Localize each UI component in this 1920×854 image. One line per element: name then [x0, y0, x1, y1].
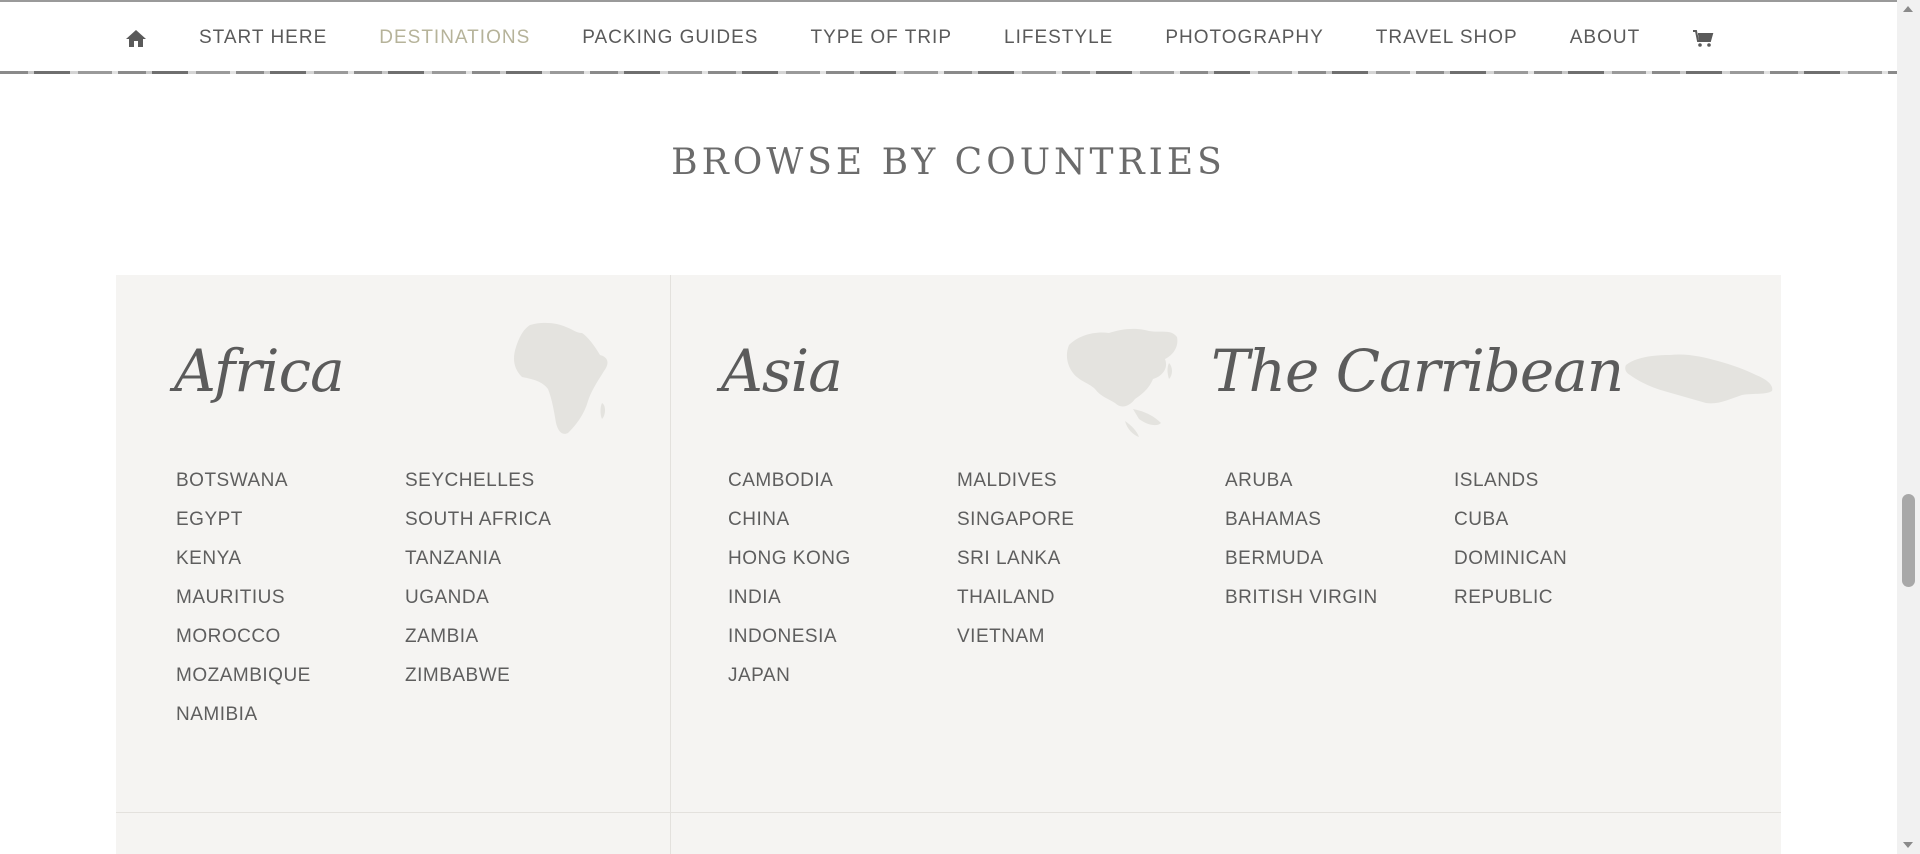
cart-icon[interactable]	[1692, 28, 1714, 48]
country-link[interactable]: TANZANIA	[405, 548, 551, 587]
country-link[interactable]: KENYA	[176, 548, 311, 587]
caribbean-col-1: ARUBA BAHAMAS BERMUDA BRITISH VIRGIN	[1225, 470, 1378, 626]
country-link[interactable]: BRITISH VIRGIN	[1225, 587, 1378, 626]
region-caribbean: The Carribean ARUBA BAHAMAS BERMUDA BRIT…	[1211, 275, 1781, 795]
nav-item-type-of-trip[interactable]: TYPE OF TRIP	[810, 27, 952, 49]
africa-col-1: BOTSWANA EGYPT KENYA MAURITIUS MOROCCO M…	[176, 470, 311, 743]
country-link[interactable]: REPUBLIC	[1454, 587, 1567, 626]
country-link[interactable]: SOUTH AFRICA	[405, 509, 551, 548]
country-link[interactable]: ZAMBIA	[405, 626, 551, 665]
nav-item-start-here[interactable]: START HERE	[199, 27, 327, 49]
country-link[interactable]: INDIA	[728, 587, 851, 626]
country-link[interactable]: SEYCHELLES	[405, 470, 551, 509]
country-link[interactable]: JAPAN	[728, 665, 851, 704]
scroll-up-icon[interactable]	[1903, 6, 1913, 12]
africa-col-2: SEYCHELLES SOUTH AFRICA TANZANIA UGANDA …	[405, 470, 551, 704]
country-link[interactable]: NAMIBIA	[176, 704, 311, 743]
country-link[interactable]: CHINA	[728, 509, 851, 548]
country-link[interactable]: THAILAND	[957, 587, 1074, 626]
nav-item-destinations[interactable]: DESTINATIONS	[379, 27, 530, 49]
country-link[interactable]: DOMINICAN	[1454, 548, 1567, 587]
country-link[interactable]: ISLANDS	[1454, 470, 1567, 509]
nav-item-about[interactable]: ABOUT	[1570, 27, 1640, 49]
region-title-africa: Africa	[174, 337, 345, 405]
region-africa: Africa BOTSWANA EGYPT KENYA MAURITIUS MO…	[116, 275, 670, 795]
country-link[interactable]: MALDIVES	[957, 470, 1074, 509]
region-asia: Asia CAMBODIA CHINA HONG KONG INDIA INDO…	[671, 275, 1211, 795]
caribbean-col-2: ISLANDS CUBA DOMINICAN REPUBLIC	[1454, 470, 1567, 626]
section-title: BROWSE BY COUNTRIES	[671, 142, 1226, 183]
region-title-asia: Asia	[721, 337, 843, 405]
nav-item-travel-shop[interactable]: TRAVEL SHOP	[1376, 27, 1518, 49]
scroll-down-icon[interactable]	[1903, 842, 1913, 848]
country-link[interactable]: SRI LANKA	[957, 548, 1074, 587]
page-scrollbar[interactable]	[1897, 0, 1920, 854]
country-link[interactable]: MOZAMBIQUE	[176, 665, 311, 704]
country-link[interactable]: CUBA	[1454, 509, 1567, 548]
caribbean-map-icon	[1625, 354, 1773, 404]
nav-item-photography[interactable]: PHOTOGRAPHY	[1165, 27, 1323, 49]
africa-map-icon	[514, 322, 608, 434]
nav-menu: START HERE DESTINATIONS PACKING GUIDES T…	[125, 26, 1766, 50]
home-icon[interactable]	[125, 28, 147, 48]
country-link[interactable]: UGANDA	[405, 587, 551, 626]
region-title-caribbean: The Carribean	[1211, 337, 1624, 405]
main-nav: START HERE DESTINATIONS PACKING GUIDES T…	[0, 0, 1897, 74]
country-link[interactable]: INDONESIA	[728, 626, 851, 665]
country-link[interactable]: SINGAPORE	[957, 509, 1074, 548]
nav-item-packing-guides[interactable]: PACKING GUIDES	[582, 27, 758, 49]
scrollbar-thumb[interactable]	[1902, 494, 1915, 587]
nav-item-lifestyle[interactable]: LIFESTYLE	[1004, 27, 1113, 49]
country-link[interactable]: ARUBA	[1225, 470, 1378, 509]
asia-map-icon	[1066, 328, 1178, 437]
country-link[interactable]: EGYPT	[176, 509, 311, 548]
country-link[interactable]: ZIMBABWE	[405, 665, 551, 704]
asia-col-2: MALDIVES SINGAPORE SRI LANKA THAILAND VI…	[957, 470, 1074, 665]
country-link[interactable]: BERMUDA	[1225, 548, 1378, 587]
country-link[interactable]: VIETNAM	[957, 626, 1074, 665]
country-link[interactable]: BAHAMAS	[1225, 509, 1378, 548]
country-link[interactable]: CAMBODIA	[728, 470, 851, 509]
countries-panel: Africa BOTSWANA EGYPT KENYA MAURITIUS MO…	[116, 275, 1781, 854]
panel-divider-horizontal	[116, 812, 1781, 813]
country-link[interactable]: MOROCCO	[176, 626, 311, 665]
country-link[interactable]: HONG KONG	[728, 548, 851, 587]
country-link[interactable]: BOTSWANA	[176, 470, 311, 509]
asia-col-1: CAMBODIA CHINA HONG KONG INDIA INDONESIA…	[728, 470, 851, 704]
country-link[interactable]: MAURITIUS	[176, 587, 311, 626]
